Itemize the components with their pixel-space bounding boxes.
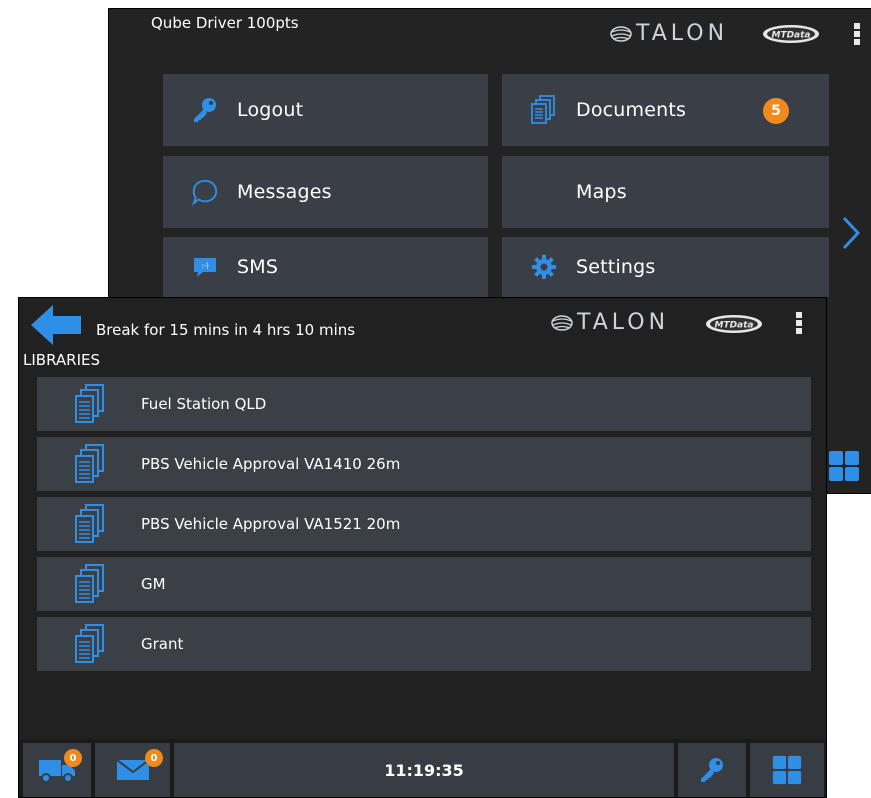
svg-text::-): :-) [201,262,209,270]
key-icon [701,758,723,782]
library-item[interactable]: PBS Vehicle Approval VA1410 26m [37,437,811,491]
maps-icon [530,178,558,206]
apps-grid-icon[interactable] [827,449,861,483]
mtdata-logo: MTData [706,315,762,333]
key-icon [191,96,219,124]
overflow-menu-icon[interactable] [854,23,860,45]
svg-text:MTData: MTData [771,31,810,41]
libraries-heading: LIBRARIES [23,351,100,369]
settings-label: Settings [576,256,656,278]
apps-grid-icon [772,755,802,785]
clock-text: 11:19:35 [384,760,464,780]
apps-button[interactable] [750,743,824,797]
messages-button[interactable]: Messages [163,156,488,228]
library-name: PBS Vehicle Approval VA1410 26m [141,455,401,473]
talon-logo: TALON [551,310,669,335]
truck-button[interactable]: 0 [23,743,91,797]
library-item[interactable]: Grant [37,617,811,671]
library-name: GM [141,575,166,593]
back-arrow-icon[interactable] [29,303,83,347]
next-page-chevron-icon[interactable] [841,216,861,250]
gear-icon [530,253,558,281]
sms-icon: :-) [191,253,219,281]
clock-panel: 11:19:35 [174,743,674,797]
overflow-menu-icon[interactable] [796,312,802,334]
documents-label: Documents [576,99,687,121]
documents-button[interactable]: Documents 5 [502,74,829,146]
document-stack-icon [75,444,105,484]
mail-badge: 0 [145,749,163,767]
maps-button[interactable]: Maps [502,156,829,228]
speech-bubble-icon [191,178,219,206]
library-item[interactable]: Fuel Station QLD [37,377,811,431]
bottom-toolbar: 0 0 11:19:35 [19,739,826,797]
sms-label: SMS [237,256,279,278]
logout-button[interactable]: Logout [163,74,488,146]
talon-brand-text: TALON [636,21,729,46]
library-name: Fuel Station QLD [141,395,267,413]
talon-globe-icon [551,314,573,331]
sms-button[interactable]: :-) SMS [163,237,488,297]
talon-logo: TALON [610,21,728,46]
break-reminder-text: Break for 15 mins in 4 hrs 10 mins [96,321,356,339]
documents-icon [530,95,558,124]
library-item[interactable]: GM [37,557,811,611]
mail-button[interactable]: 0 [95,743,170,797]
settings-button[interactable]: Settings [502,237,829,297]
messages-label: Messages [237,181,332,203]
document-stack-icon [75,564,105,604]
document-stack-icon [75,624,105,664]
maps-label: Maps [576,181,627,203]
truck-badge: 0 [64,749,82,767]
logout-key-button[interactable] [678,743,746,797]
library-name: Grant [141,635,184,653]
libraries-screen: Break for 15 mins in 4 hrs 10 mins TALON… [18,297,827,798]
document-stack-icon [75,384,105,424]
svg-text:MTData: MTData [714,321,753,331]
talon-brand-text: TALON [577,310,670,335]
logout-label: Logout [237,99,304,121]
library-item[interactable]: PBS Vehicle Approval VA1521 20m [37,497,811,551]
talon-globe-icon [610,25,632,42]
driver-title: Qube Driver 100pts [151,14,299,32]
document-stack-icon [75,504,105,544]
documents-count-badge: 5 [763,98,789,124]
mtdata-logo: MTData [763,25,819,43]
library-name: PBS Vehicle Approval VA1521 20m [141,515,401,533]
